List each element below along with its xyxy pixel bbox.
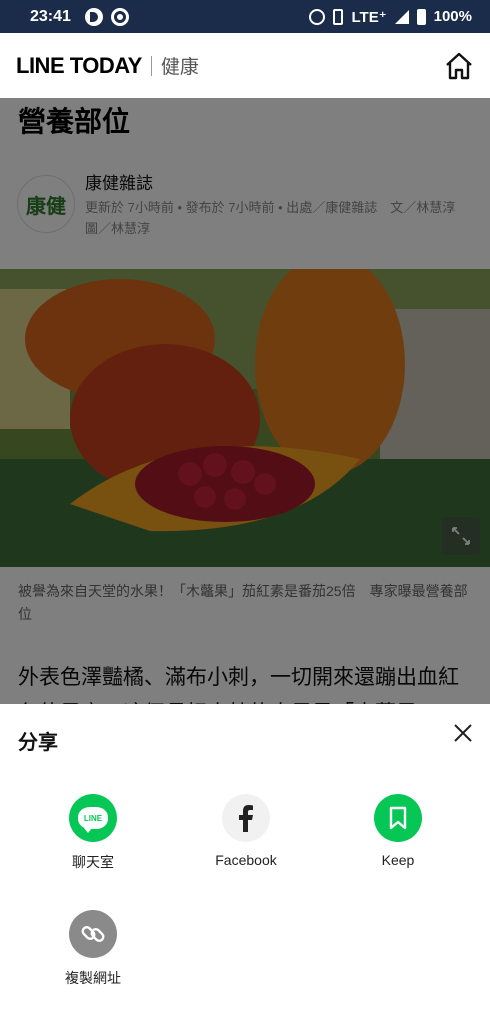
copy-link-button[interactable]: 複製網址 [33, 910, 153, 988]
facebook-icon [222, 794, 270, 842]
share-keep-label: Keep [381, 852, 415, 868]
share-line-chat-button[interactable]: LINE 聊天室 [33, 794, 153, 872]
battery-icon [416, 8, 426, 25]
dim-overlay[interactable] [0, 98, 490, 704]
line-icon: LINE [69, 794, 117, 842]
app-header: LINE TODAY 健康 [0, 33, 490, 98]
record-notification-icon [110, 7, 129, 26]
share-sheet-title: 分享 [18, 732, 58, 754]
link-icon [69, 910, 117, 958]
vibrate-icon [333, 8, 344, 25]
copy-link-label: 複製網址 [65, 970, 121, 986]
signal-icon [394, 9, 409, 24]
header-divider [150, 55, 152, 76]
alarm-icon [309, 8, 326, 25]
pocket-notification-icon [84, 7, 103, 26]
status-time: 23:41 [30, 7, 71, 25]
status-bar: 23:41 LTE⁺ 100% [0, 0, 490, 33]
network-type: LTE⁺ [351, 8, 387, 26]
share-facebook-button[interactable]: Facebook [186, 794, 306, 868]
battery-level: 100% [433, 8, 472, 25]
share-facebook-label: Facebook [215, 852, 277, 868]
section-title: 健康 [160, 57, 199, 78]
keep-bookmark-icon [374, 794, 422, 842]
line-today-logo[interactable]: LINE TODAY [16, 53, 142, 79]
share-sheet: 分享 LINE 聊天室 Facebook Keep 複製網址 [0, 704, 490, 1024]
share-keep-button[interactable]: Keep [338, 794, 458, 868]
close-icon[interactable] [452, 722, 474, 744]
home-icon[interactable] [444, 51, 474, 81]
share-line-chat-label: 聊天室 [72, 854, 114, 870]
